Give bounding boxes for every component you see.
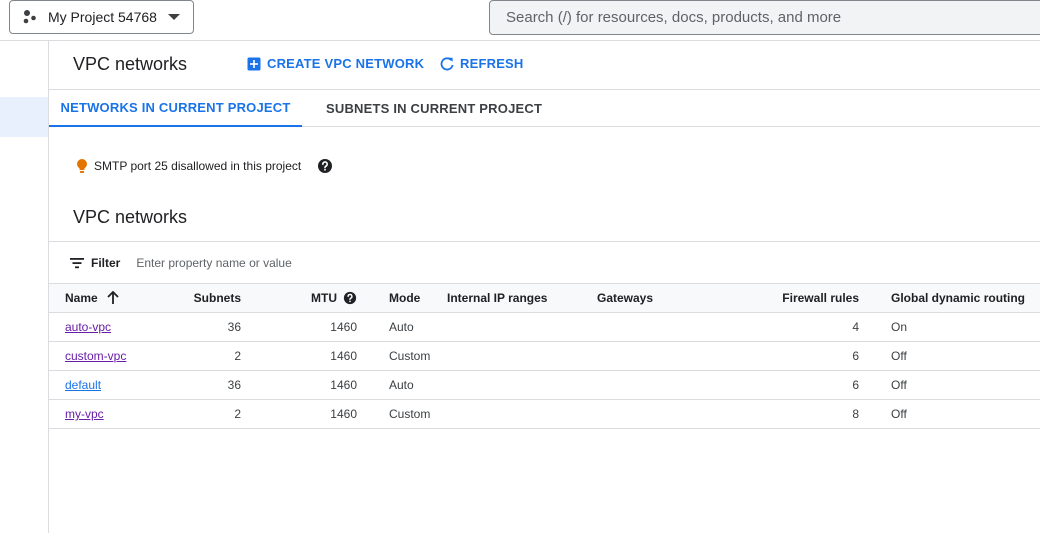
cell-global-dynamic-routing: Off bbox=[859, 341, 1040, 371]
cell-global-dynamic-routing: Off bbox=[859, 370, 1040, 400]
cell-global-dynamic-routing: Off bbox=[859, 399, 1040, 429]
cell-mtu: 1460 bbox=[241, 399, 357, 429]
create-vpc-network-button[interactable]: CREATE VPC NETWORK bbox=[247, 56, 424, 71]
search-input[interactable] bbox=[506, 9, 1040, 26]
page-title: VPC networks bbox=[73, 54, 188, 74]
network-link-default[interactable]: default bbox=[65, 378, 101, 392]
cell-internal-ip-ranges bbox=[447, 312, 597, 342]
add-box-icon bbox=[247, 57, 261, 70]
cell-gateways bbox=[597, 370, 742, 400]
lightbulb-icon bbox=[77, 159, 87, 173]
chevron-down-icon bbox=[168, 14, 180, 20]
cell-name: default bbox=[49, 370, 182, 400]
left-nav bbox=[0, 41, 49, 533]
smtp-notice: SMTP port 25 disallowed in this project bbox=[75, 158, 333, 174]
column-header-name-label: Name bbox=[65, 291, 98, 305]
tab-bar: NETWORKS IN CURRENT PROJECT SUBNETS IN C… bbox=[49, 90, 1040, 127]
nav-item-selected[interactable] bbox=[0, 97, 48, 137]
cell-mtu: 1460 bbox=[241, 341, 357, 371]
help-icon[interactable] bbox=[343, 291, 357, 305]
cell-mode: Auto bbox=[357, 370, 447, 400]
cell-gateways bbox=[597, 399, 742, 429]
column-header-mtu-label: MTU bbox=[311, 291, 337, 305]
cell-internal-ip-ranges bbox=[447, 399, 597, 429]
page-header: VPC networks CREATE VPC NETWORK REFRESH bbox=[49, 41, 1040, 90]
cell-firewall-rules: 4 bbox=[742, 312, 859, 342]
cell-mode: Custom bbox=[357, 399, 447, 429]
cell-firewall-rules: 6 bbox=[742, 341, 859, 371]
refresh-label: REFRESH bbox=[460, 56, 524, 71]
cell-gateways bbox=[597, 312, 742, 342]
search-box[interactable] bbox=[489, 0, 1040, 35]
column-header-internal-ip-ranges[interactable]: Internal IP ranges bbox=[447, 283, 597, 313]
column-header-global-dynamic-routing[interactable]: Global dynamic routing bbox=[859, 283, 1040, 313]
table-header-row: Name Subnets MTU Mode Internal IP ranges… bbox=[49, 283, 1040, 313]
tab-networks-in-current-project[interactable]: NETWORKS IN CURRENT PROJECT bbox=[49, 90, 302, 127]
cell-mode: Custom bbox=[357, 341, 447, 371]
cell-internal-ip-ranges bbox=[447, 341, 597, 371]
cell-name: custom-vpc bbox=[49, 341, 182, 371]
help-icon[interactable] bbox=[317, 158, 333, 174]
refresh-icon bbox=[440, 56, 454, 70]
smtp-notice-text: SMTP port 25 disallowed in this project bbox=[94, 159, 302, 173]
network-link-custom-vpc[interactable]: custom-vpc bbox=[65, 349, 126, 363]
network-link-auto-vpc[interactable]: auto-vpc bbox=[65, 320, 111, 334]
cell-mtu: 1460 bbox=[241, 370, 357, 400]
vpc-networks-table: Name Subnets MTU Mode Internal IP ranges… bbox=[49, 283, 1040, 429]
column-header-mode[interactable]: Mode bbox=[357, 283, 447, 313]
table-row: default 36 1460 Auto 6 Off bbox=[49, 370, 1040, 400]
top-bar: My Project 54768 bbox=[0, 0, 1040, 41]
network-link-my-vpc[interactable]: my-vpc bbox=[65, 407, 104, 421]
filter-bar: Filter bbox=[49, 241, 1040, 283]
cell-subnets: 36 bbox=[182, 370, 241, 400]
cell-subnets: 2 bbox=[182, 399, 241, 429]
column-header-gateways[interactable]: Gateways bbox=[597, 283, 742, 313]
main-content: VPC networks CREATE VPC NETWORK REFRESH … bbox=[49, 41, 1040, 533]
filter-input[interactable] bbox=[136, 255, 537, 270]
cell-internal-ip-ranges bbox=[447, 370, 597, 400]
cell-mode: Auto bbox=[357, 312, 447, 342]
cell-gateways bbox=[597, 341, 742, 371]
refresh-button[interactable]: REFRESH bbox=[440, 56, 524, 71]
cell-firewall-rules: 8 bbox=[742, 399, 859, 429]
project-dots-icon bbox=[23, 10, 36, 24]
section-title: VPC networks bbox=[73, 207, 188, 227]
cell-name: my-vpc bbox=[49, 399, 182, 429]
cell-global-dynamic-routing: On bbox=[859, 312, 1040, 342]
filter-label: Filter bbox=[91, 255, 121, 270]
project-name: My Project 54768 bbox=[48, 9, 157, 25]
cell-subnets: 2 bbox=[182, 341, 241, 371]
table-row: custom-vpc 2 1460 Custom 6 Off bbox=[49, 341, 1040, 371]
arrow-up-icon[interactable] bbox=[106, 291, 120, 305]
cell-subnets: 36 bbox=[182, 312, 241, 342]
table-row: my-vpc 2 1460 Custom 8 Off bbox=[49, 399, 1040, 429]
filter-icon[interactable] bbox=[70, 257, 84, 269]
column-header-name[interactable]: Name bbox=[49, 283, 182, 313]
cell-name: auto-vpc bbox=[49, 312, 182, 342]
table-row: auto-vpc 36 1460 Auto 4 On bbox=[49, 312, 1040, 342]
column-header-firewall-rules[interactable]: Firewall rules bbox=[742, 283, 859, 313]
column-header-mtu[interactable]: MTU bbox=[241, 283, 357, 313]
tab-subnets-in-current-project[interactable]: SUBNETS IN CURRENT PROJECT bbox=[326, 90, 542, 127]
column-header-subnets[interactable]: Subnets bbox=[182, 283, 241, 313]
cell-firewall-rules: 6 bbox=[742, 370, 859, 400]
project-picker[interactable]: My Project 54768 bbox=[9, 0, 194, 34]
cell-mtu: 1460 bbox=[241, 312, 357, 342]
create-vpc-network-label: CREATE VPC NETWORK bbox=[267, 56, 425, 71]
